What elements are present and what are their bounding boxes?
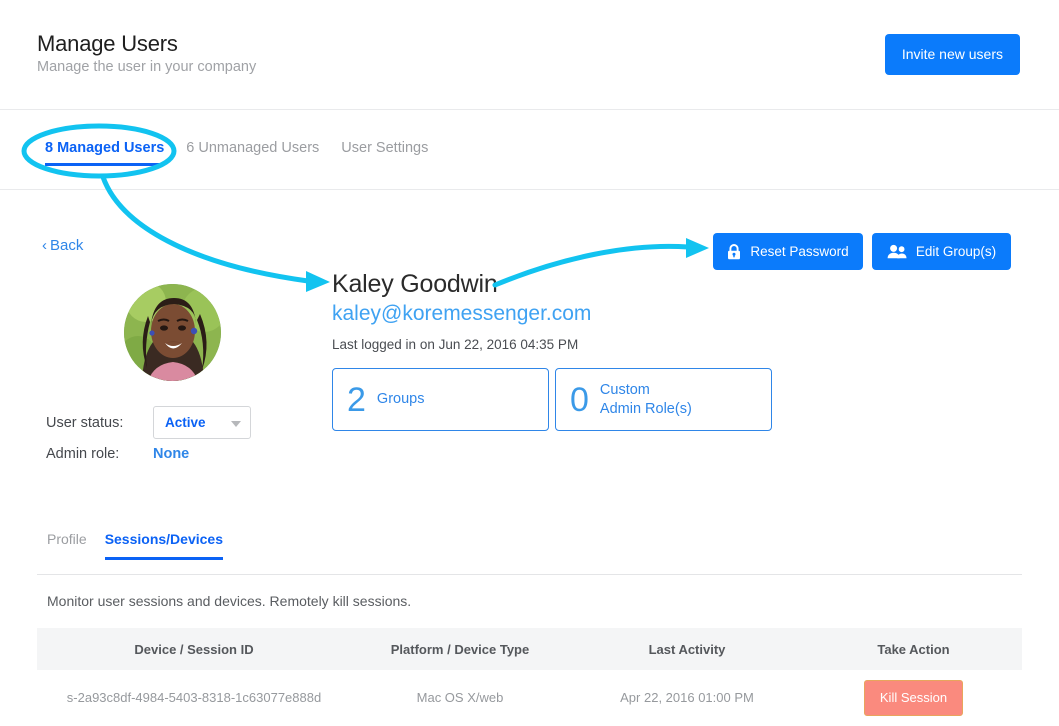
invite-new-users-button[interactable]: Invite new users xyxy=(885,34,1020,75)
admin-role-row: Admin role: None xyxy=(46,446,189,462)
user-email[interactable]: kaley@koremessenger.com xyxy=(332,302,591,326)
sessions-table: Device / Session ID Platform / Device Ty… xyxy=(37,628,1022,726)
edit-groups-button[interactable]: Edit Group(s) xyxy=(872,233,1011,270)
annotation-arrowhead-reset-password xyxy=(686,238,709,258)
cell-last-activity: Apr 22, 2016 01:00 PM xyxy=(569,688,805,708)
page-header: Manage Users Manage the user in your com… xyxy=(0,0,1059,110)
annotation-arrowhead-user-name xyxy=(306,271,330,292)
table-row: s-2a93c8df-4984-5403-8318-1c63077e888d M… xyxy=(37,670,1022,726)
custom-admin-roles-count: 0 xyxy=(570,383,589,417)
user-status-label: User status: xyxy=(46,415,153,431)
annotation-arrow-to-user-name xyxy=(103,177,308,281)
back-link-label: Back xyxy=(50,237,83,254)
back-link[interactable]: ‹ Back xyxy=(42,237,83,254)
avatar-photo xyxy=(124,284,221,381)
sub-tab-bar: Profile Sessions/Devices xyxy=(47,531,223,560)
tab-sessions-devices[interactable]: Sessions/Devices xyxy=(105,531,223,560)
page-subtitle: Manage the user in your company xyxy=(37,59,256,75)
page-title: Manage Users xyxy=(37,31,178,57)
admin-role-label: Admin role: xyxy=(46,446,153,462)
tab-managed-users[interactable]: 8 Managed Users xyxy=(45,140,164,166)
column-header-last-activity: Last Activity xyxy=(569,642,805,657)
users-icon xyxy=(887,244,907,259)
user-status-value: Active xyxy=(165,415,206,430)
groups-count: 2 xyxy=(347,383,366,417)
custom-admin-roles-label: Custom Admin Role(s) xyxy=(600,381,692,418)
reset-password-button[interactable]: Reset Password xyxy=(713,233,863,270)
lock-icon xyxy=(727,244,741,260)
column-header-device-session-id: Device / Session ID xyxy=(37,642,351,657)
kill-session-button[interactable]: Kill Session xyxy=(864,680,963,716)
column-header-take-action: Take Action xyxy=(805,642,1022,657)
chevron-down-icon xyxy=(231,421,241,427)
user-status-row: User status: Active xyxy=(46,406,251,439)
user-name: Kaley Goodwin xyxy=(332,270,498,299)
last-login-text: Last logged in on Jun 22, 2016 04:35 PM xyxy=(332,337,578,352)
annotation-arrow-to-reset-password xyxy=(495,246,688,285)
tab-unmanaged-users[interactable]: 6 Unmanaged Users xyxy=(186,140,319,166)
top-tab-bar: 8 Managed Users 6 Unmanaged Users User S… xyxy=(0,110,1059,190)
cell-session-id: s-2a93c8df-4984-5403-8318-1c63077e888d xyxy=(37,688,351,708)
edit-groups-label: Edit Group(s) xyxy=(916,244,996,259)
groups-label: Groups xyxy=(377,390,425,409)
avatar xyxy=(124,284,221,381)
admin-role-value[interactable]: None xyxy=(153,446,189,462)
stat-box-custom-admin-roles[interactable]: 0 Custom Admin Role(s) xyxy=(555,368,772,431)
chevron-left-icon: ‹ xyxy=(42,238,47,253)
cell-platform: Mac OS X/web xyxy=(351,688,569,708)
sub-tab-divider xyxy=(37,574,1022,575)
reset-password-label: Reset Password xyxy=(750,244,848,259)
table-header-row: Device / Session ID Platform / Device Ty… xyxy=(37,628,1022,670)
cell-take-action: Kill Session xyxy=(805,680,1022,716)
user-status-select[interactable]: Active xyxy=(153,406,251,439)
column-header-platform-device-type: Platform / Device Type xyxy=(351,642,569,657)
tab-user-settings[interactable]: User Settings xyxy=(341,140,428,166)
sessions-description: Monitor user sessions and devices. Remot… xyxy=(47,593,411,609)
stat-box-groups[interactable]: 2 Groups xyxy=(332,368,549,431)
tab-profile[interactable]: Profile xyxy=(47,531,87,560)
